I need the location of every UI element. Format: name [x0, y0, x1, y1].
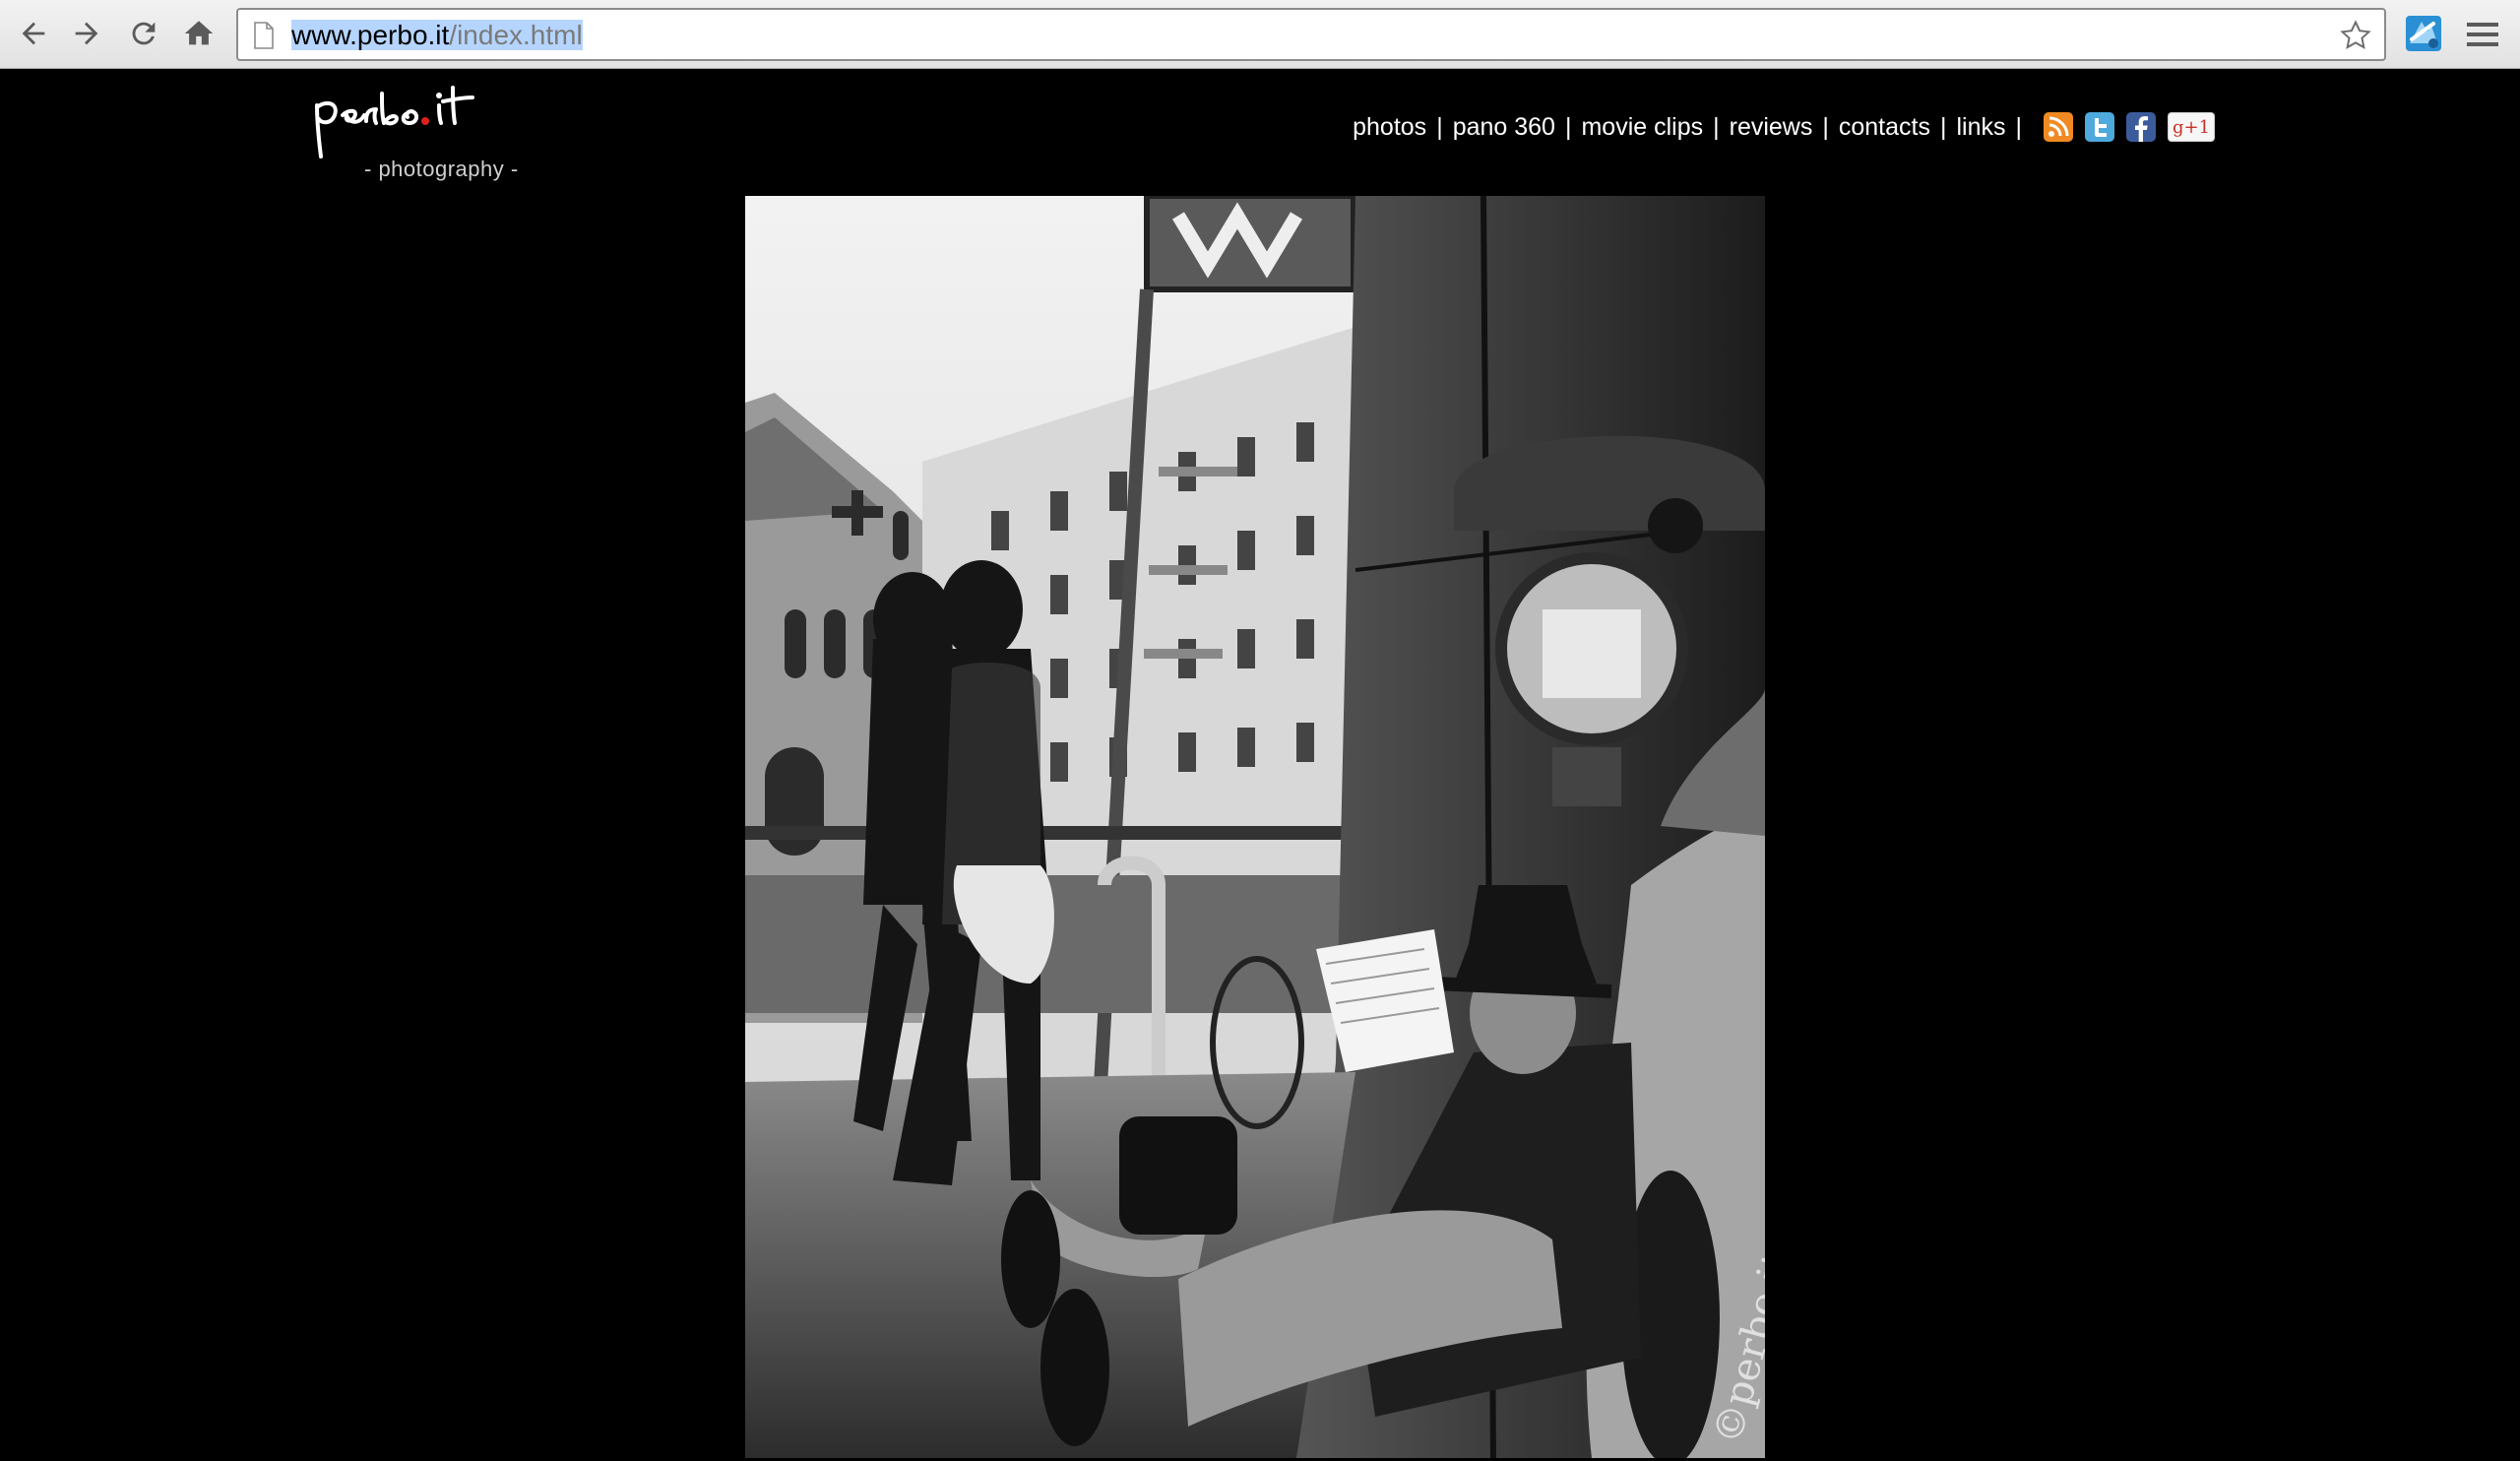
url-text[interactable]: www.perbo.it/index.html: [291, 20, 583, 51]
nav-separator: |: [1436, 112, 1443, 141]
nav-links[interactable]: links: [1956, 113, 2005, 142]
nav-separator: |: [1713, 112, 1720, 141]
star-icon[interactable]: [2339, 19, 2372, 52]
nav-movie-clips[interactable]: movie clips: [1581, 113, 1703, 142]
extension-icon[interactable]: [2404, 14, 2443, 53]
url-path: /index.html: [449, 20, 583, 50]
site-logo[interactable]: - photography -: [309, 80, 536, 188]
page-content: - photography - photos | pano 360 | movi…: [305, 70, 2215, 1461]
rss-icon: [2044, 112, 2073, 142]
rss-button[interactable]: [2044, 112, 2073, 142]
facebook-button[interactable]: [2126, 112, 2156, 142]
page-icon: [254, 22, 274, 49]
featured-photo[interactable]: ©perbo.it 2014: [745, 196, 1765, 1458]
nav-separator: |: [2015, 112, 2023, 141]
reload-button[interactable]: [122, 12, 165, 55]
logo-script-mark: [315, 86, 474, 159]
home-icon: [184, 21, 214, 45]
reload-icon: [132, 22, 156, 45]
nav-separator: |: [1939, 112, 1947, 141]
home-button[interactable]: [177, 12, 220, 55]
nav-reviews[interactable]: reviews: [1730, 113, 1813, 142]
back-arrow-icon: [22, 22, 45, 45]
main-navigation: photos | pano 360 | movie clips | review…: [1353, 109, 2215, 145]
url-host: www.perbo.it: [291, 20, 450, 50]
address-bar[interactable]: www.perbo.it/index.html: [236, 8, 2386, 61]
back-button[interactable]: [12, 12, 55, 55]
nav-separator: |: [1822, 112, 1829, 141]
browser-toolbar: www.perbo.it/index.html: [0, 0, 2520, 69]
forward-arrow-icon: [75, 22, 98, 45]
nav-separator: |: [1564, 112, 1572, 141]
nav-contacts[interactable]: contacts: [1839, 113, 1930, 142]
nav-pano-360[interactable]: pano 360: [1453, 113, 1555, 142]
hamburger-menu-icon[interactable]: [2465, 18, 2500, 51]
street-scene-illustration: ©perbo.it 2014: [745, 196, 1765, 1458]
forward-button[interactable]: [65, 12, 108, 55]
twitter-button[interactable]: [2085, 112, 2114, 142]
nav-photos[interactable]: photos: [1353, 113, 1426, 142]
twitter-icon: [2085, 112, 2114, 142]
logo-subtitle: - photography -: [364, 157, 519, 181]
google-plus-one-button[interactable]: g+1: [2168, 112, 2215, 142]
facebook-icon: [2126, 112, 2156, 142]
